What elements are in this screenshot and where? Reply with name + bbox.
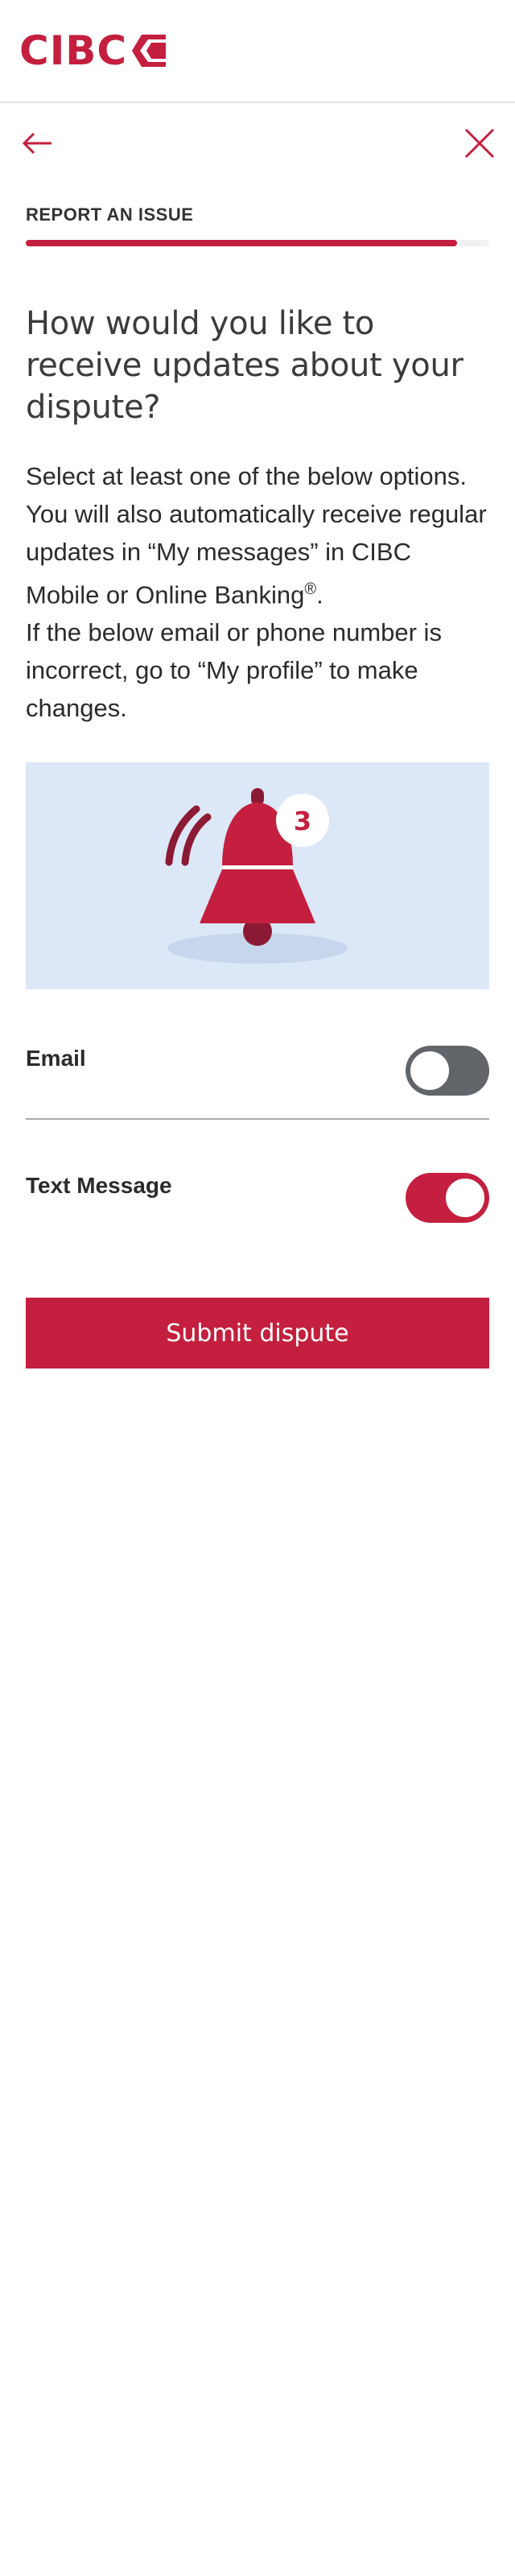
registered-mark: ®	[304, 580, 317, 598]
instructions-period: .	[316, 580, 323, 609]
progress-bar-fill	[26, 240, 457, 246]
logo-chevron-icon	[132, 35, 167, 67]
email-toggle-label: Email	[26, 1046, 86, 1071]
instructions-text-1: Select at least one of the below options…	[26, 462, 487, 609]
option-row-email: Email	[26, 989, 489, 1121]
step-label: REPORT AN ISSUE	[26, 204, 194, 225]
page-title: How would you like to receive updates ab…	[26, 305, 464, 426]
cibc-logo[interactable]: CIBC	[19, 31, 169, 71]
text-message-toggle[interactable]	[406, 1173, 489, 1224]
logo-wordmark: CIBC	[19, 27, 128, 74]
notification-badge-count: 3	[294, 806, 311, 836]
main-content: REPORT AN ISSUE How would you like to re…	[0, 204, 515, 1369]
close-button[interactable]	[460, 124, 499, 163]
close-icon	[464, 128, 495, 159]
instructions-paragraph-2: If the below email or phone number is in…	[26, 618, 442, 723]
option-row-text-message: Text Message	[26, 1120, 489, 1252]
toggle-knob	[409, 1050, 451, 1092]
email-toggle[interactable]	[406, 1046, 489, 1096]
instructions-paragraph-1: Select at least one of the below options…	[26, 457, 489, 613]
instructions: Select at least one of the below options…	[26, 457, 489, 727]
notification-bell-icon: 3	[165, 788, 348, 964]
text-message-toggle-label: Text Message	[26, 1173, 172, 1199]
progress-bar	[26, 240, 489, 246]
submit-dispute-button[interactable]: Submit dispute	[26, 1298, 489, 1369]
back-button[interactable]	[18, 124, 56, 163]
toggle-knob	[444, 1177, 486, 1220]
arrow-left-icon	[22, 132, 52, 155]
app-header: CIBC	[0, 0, 515, 103]
nav-row	[0, 103, 515, 184]
notification-illustration: 3	[26, 762, 489, 990]
